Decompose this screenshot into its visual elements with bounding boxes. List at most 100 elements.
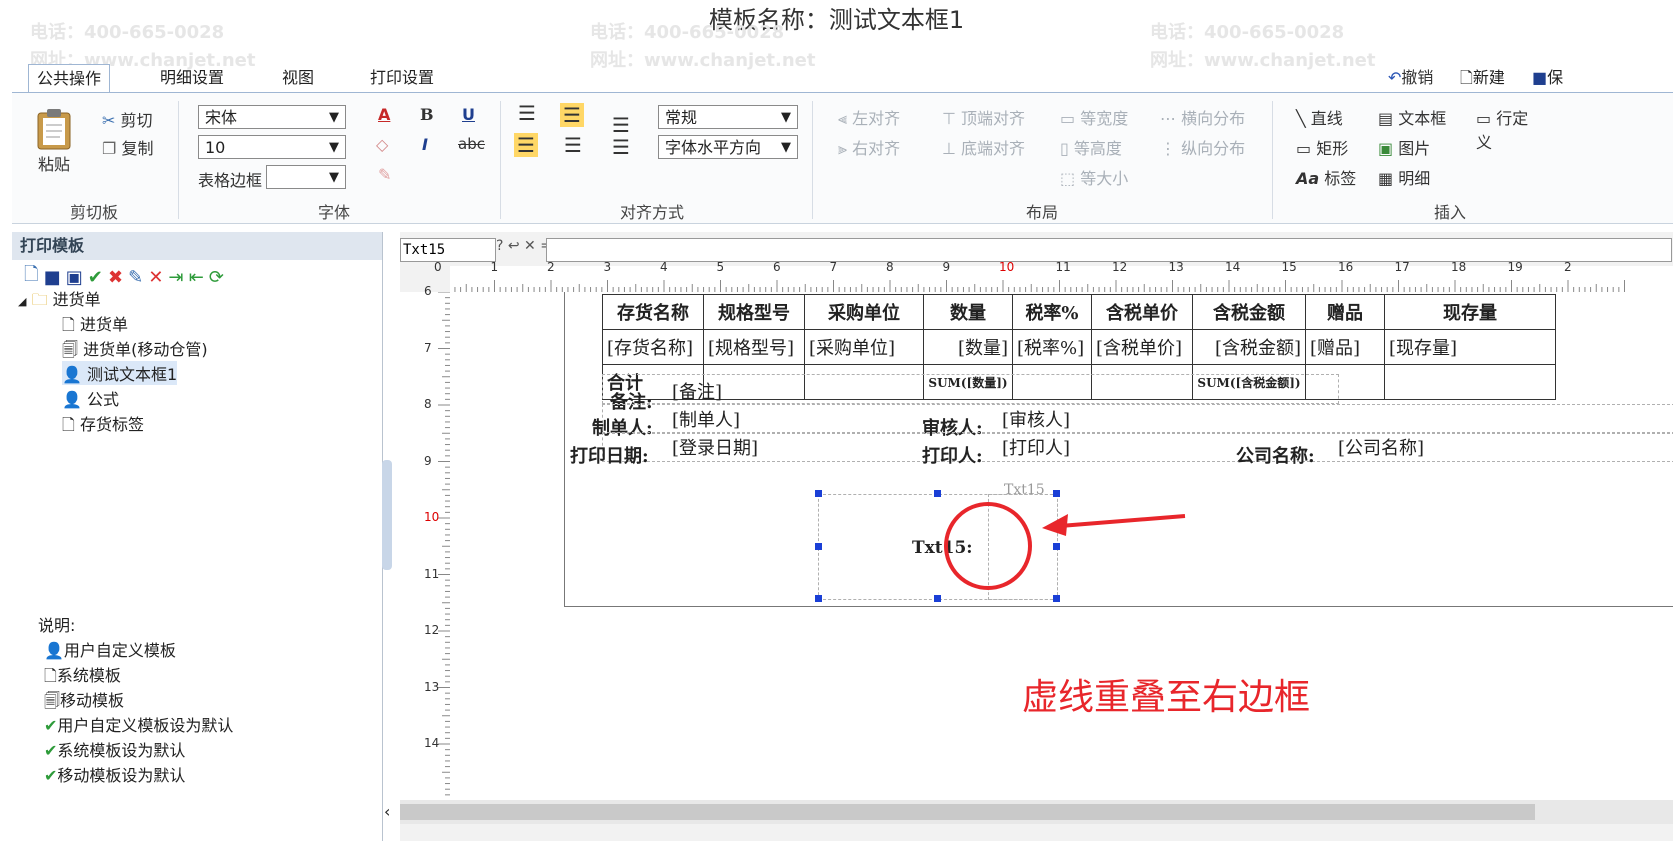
field-cell[interactable]: [存货名称] — [602, 329, 704, 365]
insert-line-button[interactable]: ╲ 直线 — [1296, 105, 1343, 129]
same-size-button[interactable]: ⬚ 等大小 — [1060, 165, 1128, 189]
column-header[interactable]: 含税金额 — [1192, 294, 1306, 330]
date-frame[interactable] — [602, 432, 1673, 462]
insert-textbox-button[interactable]: ▤ 文本框 — [1378, 105, 1446, 129]
align-left-icon[interactable]: ☰ — [514, 133, 538, 157]
chevron-down-icon: ▼ — [329, 170, 339, 185]
same-height-button[interactable]: ▯ 等高度 — [1060, 135, 1122, 159]
refresh-icon[interactable]: ⟳ — [209, 267, 224, 288]
set-default-icon[interactable]: ✔ — [88, 267, 103, 288]
save-button[interactable]: ■保 — [1524, 64, 1571, 92]
vertical-distribute-icon: ⋮ — [1160, 139, 1176, 158]
align-mode-select[interactable]: 常规 ▼ — [658, 105, 798, 129]
auditor-field[interactable]: [审核人] — [1002, 406, 1070, 432]
text-direction-select[interactable]: 字体水平方向 ▼ — [658, 135, 798, 159]
align-left-layout-button[interactable]: ⫷ 左对齐 — [838, 105, 900, 129]
formula-buttons[interactable]: ? ↩ ✕ = — [496, 238, 552, 254]
remark-field[interactable]: [备注] — [672, 378, 722, 404]
maker-field[interactable]: [制单人] — [672, 406, 740, 432]
field-cell[interactable]: [规格型号] — [703, 329, 805, 365]
undo-button[interactable]: ↶撤销 — [1380, 64, 1441, 92]
insert-custom-button[interactable]: ▭ 行定义 — [1476, 105, 1536, 153]
printer-field[interactable]: [打印人] — [1002, 434, 1070, 460]
export-icon[interactable]: ⇤ — [189, 267, 204, 288]
bold-icon[interactable]: B — [420, 105, 434, 124]
align-right-layout-button[interactable]: ⫸ 右对齐 — [838, 135, 900, 159]
print-date-field[interactable]: [登录日期] — [672, 434, 758, 460]
resize-handle[interactable] — [815, 490, 822, 497]
horizontal-distribute-button[interactable]: ⋯ 横向分布 — [1160, 105, 1245, 129]
tab-common[interactable]: 公共操作 — [28, 64, 111, 93]
cell-name-input[interactable] — [400, 238, 496, 262]
scroll-left-icon[interactable]: ‹ — [384, 802, 390, 821]
field-cell[interactable]: [含税金额] — [1192, 329, 1306, 365]
save-as-icon[interactable]: ▣ — [66, 267, 83, 288]
underline-icon[interactable]: U — [462, 105, 475, 124]
resize-handle[interactable] — [815, 595, 822, 602]
tree-item[interactable]: 🗋 存货标签 — [62, 411, 144, 441]
tree-item[interactable]: 👤 公式 — [62, 386, 119, 410]
field-cell[interactable]: [赠品] — [1305, 329, 1385, 365]
edit-icon[interactable]: ✎ — [128, 267, 143, 288]
insert-detail-button[interactable]: ▦ 明细 — [1378, 165, 1430, 189]
resize-handle[interactable] — [815, 543, 822, 550]
tab-print-settings[interactable]: 打印设置 — [362, 64, 442, 92]
maker-frame[interactable] — [602, 404, 1673, 434]
new-button[interactable]: 🗋新建 — [1452, 64, 1513, 92]
column-header[interactable]: 存货名称 — [602, 294, 704, 330]
tab-detail-settings[interactable]: 明细设置 — [152, 64, 232, 92]
horizontal-scrollbar[interactable]: ‹ — [384, 800, 1673, 824]
align-middle-icon[interactable]: ☰ — [560, 103, 584, 127]
align-top-icon[interactable]: ☰ — [518, 101, 536, 125]
cut-button[interactable]: ✂ 剪切 — [102, 107, 153, 131]
expand-icon[interactable]: ◢ — [18, 295, 26, 308]
insert-image-button[interactable]: ▣ 图片 — [1378, 135, 1430, 159]
column-header[interactable]: 采购单位 — [804, 294, 924, 330]
field-cell[interactable]: [含税单价] — [1091, 329, 1193, 365]
column-header[interactable]: 赠品 — [1305, 294, 1385, 330]
align-bottom-layout-button[interactable]: ⊥ 底端对齐 — [942, 135, 1025, 159]
save-icon[interactable]: ■ — [44, 267, 61, 288]
paste-button[interactable]: 粘贴 — [34, 107, 74, 175]
font-color-icon[interactable]: A — [378, 105, 390, 124]
field-cell[interactable]: [采购单位] — [804, 329, 924, 365]
field-cell[interactable]: [税率%] — [1012, 329, 1092, 365]
column-header[interactable]: 数量 — [923, 294, 1013, 330]
insert-rect-button[interactable]: ▭ 矩形 — [1296, 135, 1348, 159]
legend-item: 👤用户自定义模板 — [44, 637, 176, 661]
font-name-select[interactable]: 宋体 ▼ — [198, 105, 346, 129]
ruler-number: 14 — [1225, 260, 1241, 274]
delete-icon[interactable]: ✕ — [148, 267, 163, 288]
strikethrough-icon[interactable]: abc — [458, 135, 485, 153]
field-cell[interactable]: [现存量] — [1384, 329, 1556, 365]
company-field[interactable]: [公司名称] — [1338, 434, 1424, 460]
table-header-row: 存货名称 规格型号 采购单位 数量 税率% 含税单价 含税金额 赠品 现存量 — [602, 294, 1556, 330]
align-top-layout-button[interactable]: ⊤ 顶端对齐 — [942, 105, 1025, 129]
cancel-default-icon[interactable]: ✖ — [108, 267, 123, 288]
align-right-icon[interactable]: ☰ — [612, 135, 630, 159]
italic-icon[interactable]: I — [422, 135, 428, 154]
empty-cell[interactable] — [1384, 364, 1556, 400]
column-header[interactable]: 现存量 — [1384, 294, 1556, 330]
insert-label-button[interactable]: Aa 标签 — [1296, 165, 1356, 189]
tree-item-selected[interactable]: 👤 测试文本框1 — [62, 361, 178, 385]
column-header[interactable]: 税率% — [1012, 294, 1092, 330]
column-header[interactable]: 规格型号 — [703, 294, 805, 330]
field-cell[interactable]: [数量] — [923, 329, 1013, 365]
font-size-select[interactable]: 10 ▼ — [198, 135, 346, 159]
eraser-icon[interactable]: ◇ — [376, 135, 388, 154]
copy-button[interactable]: ❐ 复制 — [102, 135, 153, 159]
tab-view[interactable]: 视图 — [274, 64, 322, 92]
pencil-icon[interactable]: ✎ — [378, 165, 391, 184]
same-width-button[interactable]: ▭ 等宽度 — [1060, 105, 1128, 129]
align-center-icon[interactable]: ☰ — [564, 133, 582, 157]
align-bottom-icon[interactable]: ☰ — [612, 113, 630, 137]
table-border-select[interactable]: ▼ — [266, 165, 346, 189]
formula-input[interactable] — [546, 238, 1672, 262]
column-header[interactable]: 含税单价 — [1091, 294, 1193, 330]
splitter-handle[interactable] — [382, 460, 392, 570]
insert-textbox-label: 文本框 — [1398, 109, 1447, 128]
scrollbar-thumb[interactable] — [400, 804, 1535, 820]
import-icon[interactable]: ⇥ — [169, 267, 184, 288]
vertical-distribute-button[interactable]: ⋮ 纵向分布 — [1160, 135, 1245, 159]
